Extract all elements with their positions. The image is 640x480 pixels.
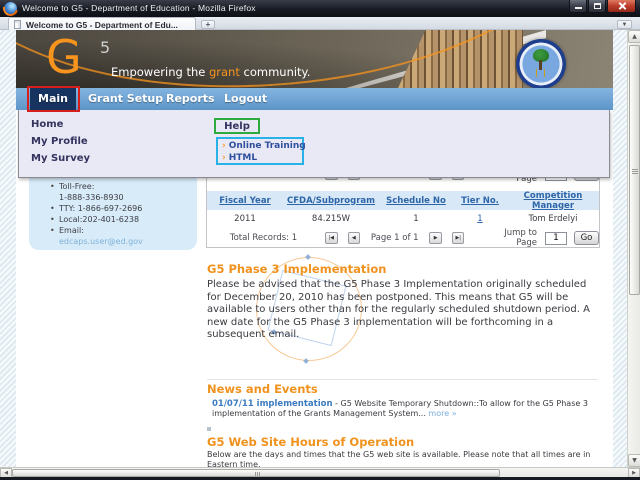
tagline-pre: Empowering the (111, 65, 209, 79)
bullet-icon: • (50, 181, 55, 192)
watermark-dot (305, 254, 311, 260)
grid-header-row: Fiscal Year CFDA/Subprogram Schedule No … (207, 191, 599, 210)
menu-item-help[interactable]: Help (214, 118, 260, 134)
maximize-icon (594, 3, 601, 9)
firefox-icon (4, 2, 17, 15)
table-row: 2011 84.215W 1 1 Tom Erdelyi (207, 210, 599, 228)
close-button[interactable] (607, 0, 636, 13)
menu-item-my-profile[interactable]: My Profile (31, 136, 88, 149)
phase3-body: Please be advised that the G5 Phase 3 Im… (207, 279, 595, 342)
col-tier-no[interactable]: Tier No. (453, 196, 507, 206)
maximize-button[interactable] (588, 0, 606, 13)
cell-cfda: 84.215W (283, 214, 379, 224)
menu-item-home[interactable]: Home (31, 119, 63, 132)
menu-item-my-survey[interactable]: My Survey (31, 153, 90, 166)
contact-tty: •TTY: 1-866-697-2696 (59, 203, 191, 214)
next-page-button[interactable]: ▶ (429, 232, 442, 244)
nav-main-label: Main (38, 92, 68, 105)
col-competition-manager[interactable]: Competition Manager (507, 191, 599, 211)
hours-title: G5 Web Site Hours of Operation (207, 435, 414, 449)
bullet-icon: • (50, 225, 55, 236)
nav-reports[interactable]: Reports (158, 88, 223, 110)
new-tab-button[interactable]: + (201, 20, 215, 29)
news-date-link[interactable]: 01/07/11 implementation (212, 399, 333, 409)
total-records: Total Records: 1 (207, 233, 320, 243)
section-divider (207, 379, 598, 380)
go-button[interactable]: Go (574, 231, 599, 245)
more-link[interactable]: more » (428, 409, 456, 418)
tagline-post: community. (240, 65, 311, 79)
site-banner: G 5 Empowering the grant community. (16, 30, 613, 88)
vertical-scrollbar[interactable]: ▲ ▼ (627, 30, 640, 467)
bullet-icon: • (50, 214, 55, 225)
arrow-icon: › (222, 153, 226, 163)
contact-tollfree-number: 1-888-336-8930 (59, 192, 191, 203)
tagline: Empowering the grant community. (111, 65, 310, 79)
pager-bottom: Total Records: 1 |◀ ◀ Page 1 of 1 ▶ ▶| J… (207, 228, 599, 248)
browser-tab[interactable]: Welcome to G5 - Department of Edu... (8, 17, 196, 30)
page-indicator: Page 1 of 1 (365, 233, 424, 243)
vertical-scroll-thumb[interactable] (629, 45, 640, 295)
close-icon (619, 2, 627, 10)
arrow-icon: › (222, 141, 226, 151)
main-navbar: Main Grant Setup Reports Logout (16, 88, 613, 110)
horizontal-scroll-thumb[interactable] (12, 469, 500, 477)
contact-local: •Local:202-401-6238 (59, 214, 191, 225)
dept-education-seal (516, 39, 566, 88)
news-title: News and Events (207, 382, 318, 396)
window-title: Welcome to G5 - Department of Education … (22, 3, 256, 13)
col-schedule-no[interactable]: Schedule No (379, 196, 453, 206)
window-titlebar: Welcome to G5 - Department of Education … (0, 0, 640, 17)
section-bullet-square (207, 427, 211, 431)
cell-tier-no: 1 (453, 214, 507, 224)
thumb-grip-icon (255, 472, 256, 476)
col-fiscal-year[interactable]: Fiscal Year (207, 196, 283, 206)
browser-viewport: G 5 Empowering the grant community. Main… (0, 30, 640, 467)
contact-email-link: edcaps.user@ed.gov (59, 236, 191, 247)
first-page-button[interactable]: |◀ (325, 232, 338, 244)
minimize-button[interactable] (569, 0, 587, 13)
nav-main[interactable]: Main (30, 88, 76, 110)
phase3-title: G5 Phase 3 Implementation (207, 262, 386, 276)
tier-link[interactable]: 1 (477, 214, 482, 224)
main-dropdown-menu: Home My Profile My Survey Help ›Online T… (18, 110, 610, 178)
help-submenu: ›Online Training ›HTML (216, 137, 304, 165)
cell-fiscal-year: 2011 (207, 214, 283, 224)
col-cfda[interactable]: CFDA/Subprogram (283, 196, 379, 206)
tagline-accent: grant (209, 65, 240, 79)
list-tabs-button[interactable]: ▼ (617, 20, 632, 29)
jump-page-input[interactable] (545, 232, 567, 245)
submenu-html[interactable]: ›HTML (222, 152, 302, 164)
last-page-button[interactable]: ▶| (452, 232, 465, 244)
contact-tollfree-label: •Toll-Free: (59, 181, 191, 192)
thumb-grip-icon (632, 169, 638, 170)
jump-to-page-label: Jump to Page (481, 228, 537, 248)
scroll-down-button[interactable]: ▼ (628, 454, 640, 467)
tab-bar: Welcome to G5 - Department of Edu... + ▼ (0, 17, 640, 30)
news-item: 01/07/11 implementation - G5 Website Tem… (212, 399, 596, 419)
g5-logo-g: G (46, 34, 82, 80)
contact-email-label: •Email: (59, 225, 191, 236)
bullet-icon: • (50, 203, 55, 214)
contact-info-box: •Toll-Free: 1-888-336-8930 •TTY: 1-866-6… (29, 170, 197, 250)
horizontal-scrollbar[interactable]: ◀ ▶ (0, 467, 640, 477)
scroll-up-button[interactable]: ▲ (628, 30, 640, 43)
tab-title: Welcome to G5 - Department of Edu... (26, 20, 178, 30)
g5-logo-5: 5 (100, 38, 110, 57)
cell-manager: Tom Erdelyi (507, 214, 599, 224)
page-icon (14, 20, 21, 29)
prev-page-button[interactable]: ◀ (348, 232, 361, 244)
nav-logout[interactable]: Logout (216, 88, 275, 110)
watermark-dot (303, 358, 309, 364)
cell-schedule-no: 1 (379, 214, 453, 224)
hours-body: Below are the days and times that the G5… (207, 450, 591, 467)
g5-page: G 5 Empowering the grant community. Main… (16, 30, 613, 467)
minimize-icon (575, 7, 582, 9)
email-link[interactable]: edcaps.user@ed.gov (59, 237, 143, 246)
submenu-online-training[interactable]: ›Online Training (222, 140, 302, 152)
